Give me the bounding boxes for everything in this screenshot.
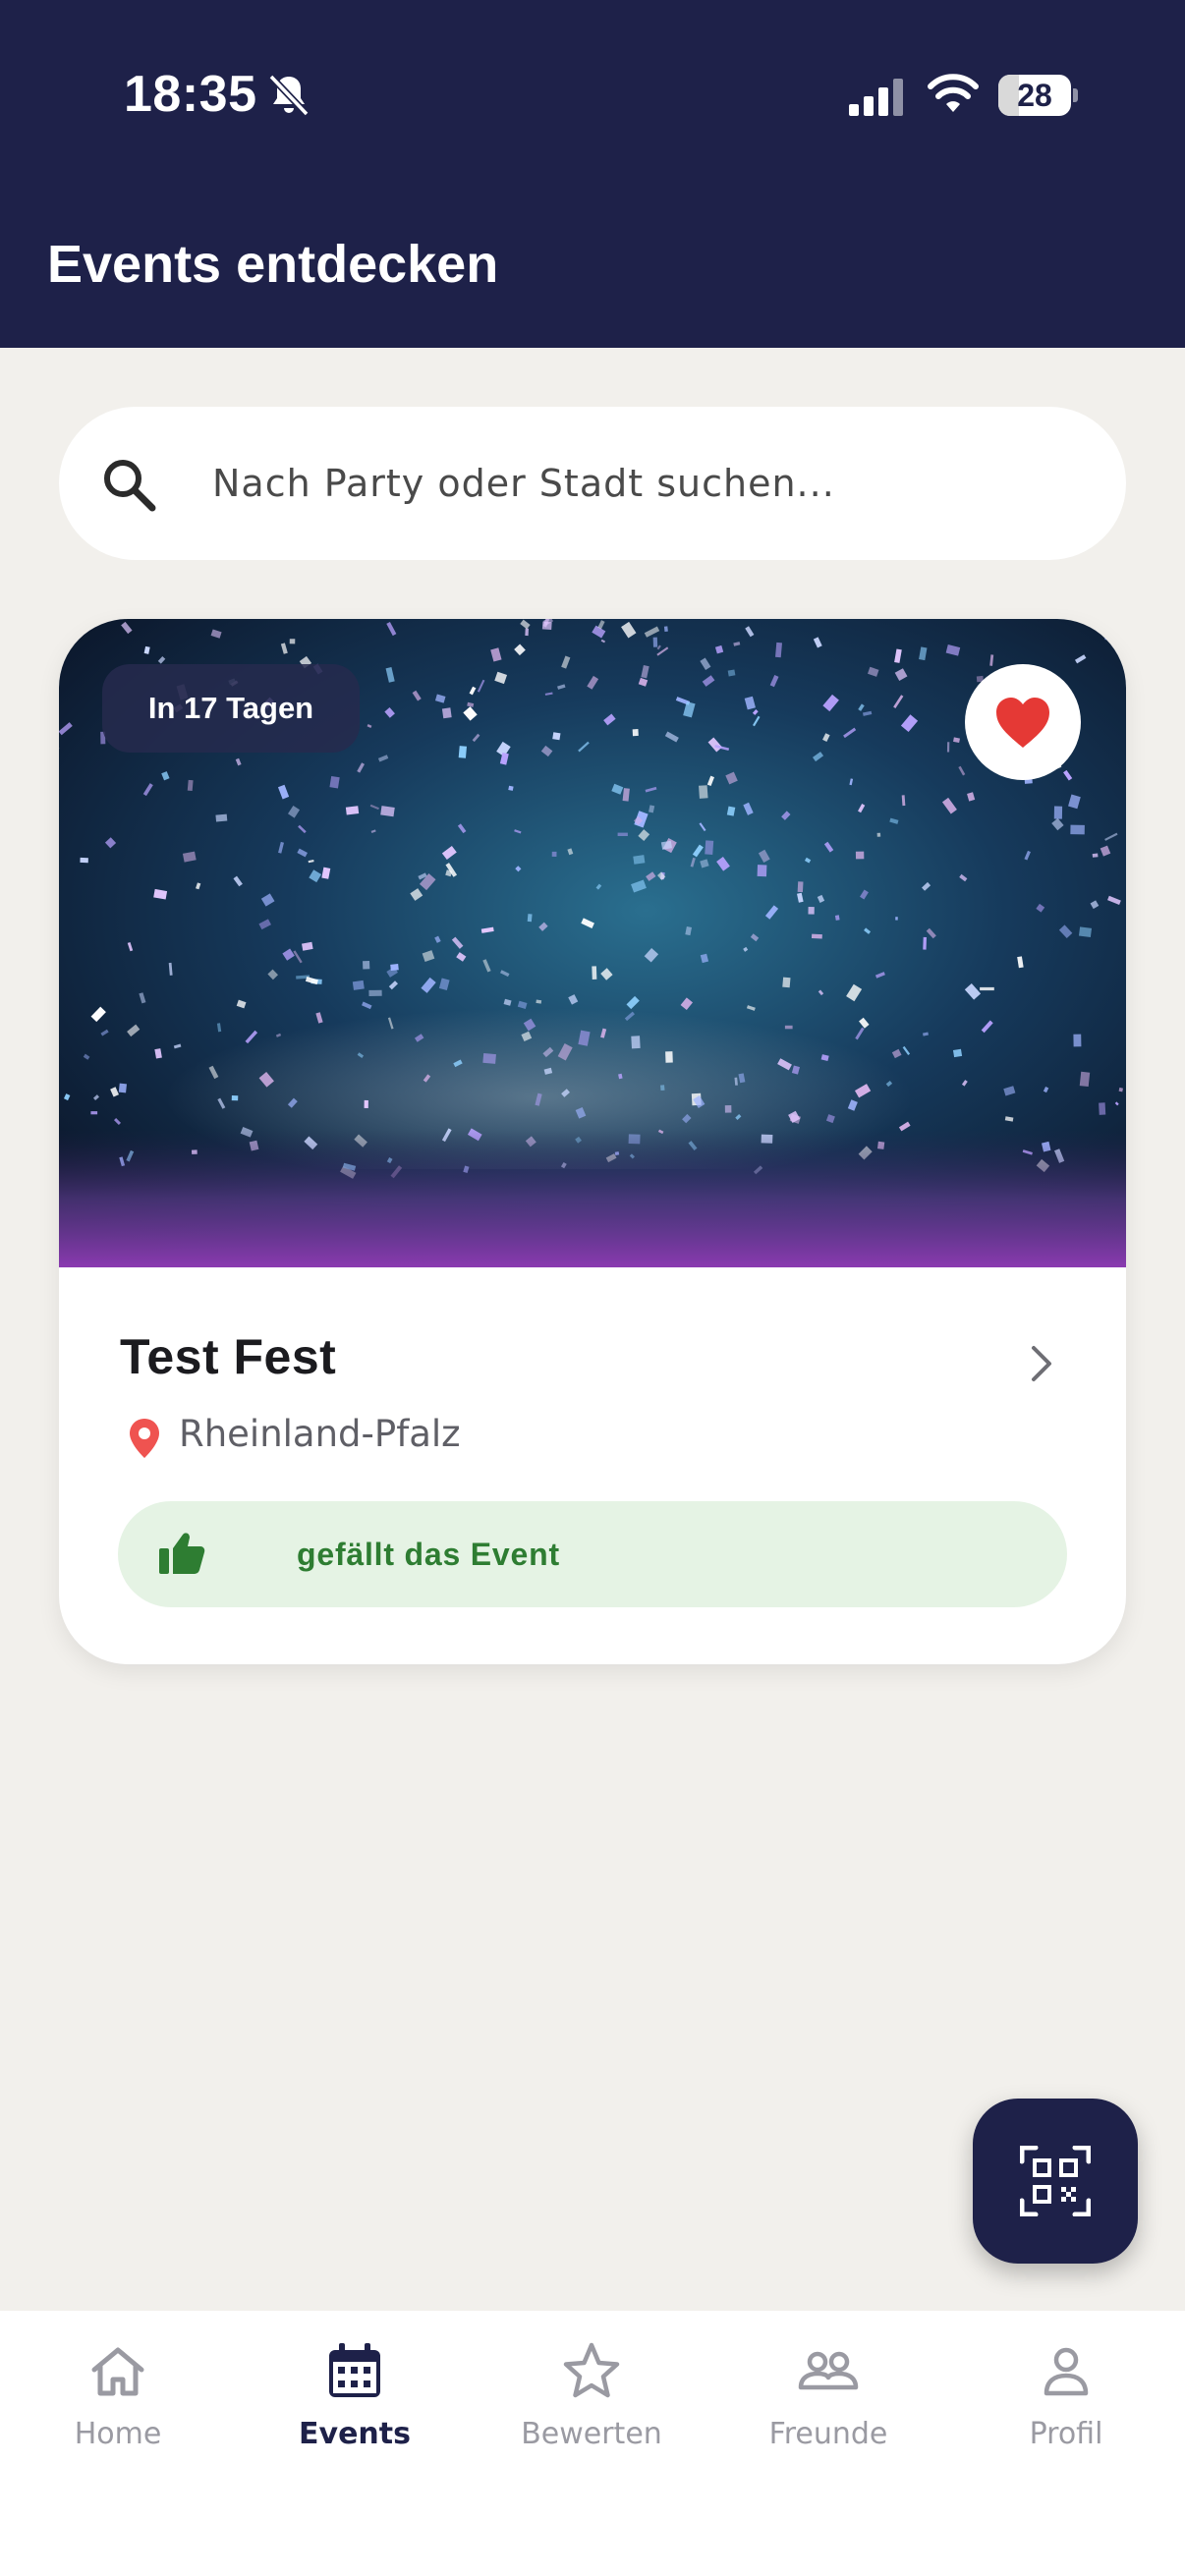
heart-icon bbox=[996, 698, 1049, 748]
confetti-piece bbox=[876, 832, 881, 837]
confetti-piece bbox=[345, 806, 360, 815]
confetti-piece bbox=[352, 980, 365, 990]
confetti-piece bbox=[1079, 1071, 1091, 1088]
confetti-piece bbox=[118, 1083, 127, 1093]
qr-scan-icon bbox=[1020, 2146, 1091, 2216]
page-title: Events entdecken bbox=[47, 235, 499, 294]
confetti-piece bbox=[80, 857, 88, 864]
confetti-piece bbox=[187, 779, 194, 792]
nav-label-freunde: Freunde bbox=[768, 2417, 888, 2451]
qr-scan-button[interactable] bbox=[973, 2099, 1138, 2264]
confetti-piece bbox=[592, 966, 597, 980]
confetti-piece bbox=[727, 669, 736, 677]
battery-icon: 28 bbox=[998, 75, 1071, 116]
like-status-pill[interactable]: gefällt das Event bbox=[118, 1501, 1067, 1607]
confetti-piece bbox=[724, 1105, 732, 1113]
confetti-piece bbox=[797, 881, 804, 893]
search-input[interactable] bbox=[212, 407, 1077, 560]
nav-label-bewerten: Bewerten bbox=[521, 2417, 662, 2451]
confetti-piece bbox=[329, 775, 340, 789]
search-bar[interactable] bbox=[59, 407, 1126, 560]
confetti-piece bbox=[757, 865, 767, 877]
nav-item-events[interactable]: Events bbox=[237, 2340, 473, 2488]
friends-icon bbox=[798, 2351, 859, 2390]
confetti-piece bbox=[631, 1036, 641, 1049]
confetti-piece bbox=[784, 1025, 793, 1030]
like-status-label: gefällt das Event bbox=[297, 1537, 560, 1572]
confetti-piece bbox=[1092, 853, 1099, 858]
confetti-piece bbox=[368, 989, 382, 997]
confetti-piece bbox=[231, 1094, 239, 1101]
location-pin-icon bbox=[130, 1419, 159, 1458]
confetti-piece bbox=[782, 977, 791, 988]
calendar-icon bbox=[329, 2343, 380, 2397]
confetti-piece bbox=[458, 746, 467, 758]
confetti-piece bbox=[1099, 1102, 1106, 1115]
confetti-piece bbox=[665, 1051, 673, 1063]
confetti-piece bbox=[699, 785, 708, 799]
confetti-piece bbox=[980, 986, 994, 991]
profile-icon bbox=[1044, 2347, 1089, 2396]
confetti-piece bbox=[289, 639, 296, 644]
star-icon bbox=[563, 2342, 620, 2398]
confetti-piece bbox=[705, 840, 714, 855]
bottom-navigation: Home Events Bewerten Freunde Profil bbox=[0, 2311, 1185, 2576]
app-header: 18:35 28 Events entdecken bbox=[0, 0, 1185, 348]
confetti-piece bbox=[855, 851, 865, 860]
confetti-piece bbox=[895, 917, 898, 921]
event-location: Rheinland-Pfalz bbox=[179, 1413, 461, 1455]
nav-label-profil: Profil bbox=[1029, 2417, 1103, 2451]
confetti-piece bbox=[632, 729, 639, 737]
nav-label-home: Home bbox=[74, 2417, 162, 2451]
confetti-piece bbox=[364, 1099, 368, 1108]
confetti-piece bbox=[663, 626, 668, 633]
thumbs-up-icon bbox=[159, 1533, 205, 1574]
confetti-piece bbox=[808, 906, 815, 915]
confetti-piece bbox=[1053, 806, 1063, 819]
search-icon bbox=[104, 460, 156, 512]
confetti-piece bbox=[952, 1048, 963, 1058]
confetti-piece bbox=[508, 785, 514, 791]
confetti-piece bbox=[525, 628, 529, 637]
wifi-icon bbox=[928, 74, 979, 112]
battery-cap bbox=[1073, 88, 1078, 102]
confetti-piece bbox=[441, 707, 452, 719]
confetti-piece bbox=[1073, 1034, 1082, 1047]
nav-item-home[interactable]: Home bbox=[0, 2340, 236, 2488]
confetti-piece bbox=[811, 933, 822, 939]
home-icon bbox=[91, 2347, 144, 2396]
confetti-piece bbox=[660, 1085, 665, 1092]
signal-icon bbox=[849, 79, 903, 116]
confetti-piece bbox=[552, 732, 561, 741]
confetti-piece bbox=[380, 806, 395, 817]
confetti-piece bbox=[90, 1111, 98, 1115]
confetti-piece bbox=[1078, 926, 1093, 937]
chevron-right-icon[interactable] bbox=[1026, 1344, 1055, 1383]
status-time: 18:35 bbox=[124, 66, 257, 123]
confetti-piece bbox=[617, 832, 628, 836]
confetti-piece bbox=[527, 914, 533, 923]
days-until-badge: In 17 Tagen bbox=[102, 664, 360, 753]
confetti-piece bbox=[215, 813, 228, 822]
confetti-piece bbox=[652, 637, 658, 647]
bell-slash-icon bbox=[268, 74, 310, 117]
nav-item-freunde[interactable]: Freunde bbox=[710, 2340, 946, 2488]
confetti-piece bbox=[946, 742, 950, 753]
event-card[interactable]: In 17 Tagen Test Fest Rheinland-Pfalz ge… bbox=[59, 619, 1126, 1664]
confetti-piece bbox=[923, 936, 928, 950]
battery-indicator: 28 bbox=[998, 75, 1078, 116]
battery-level: 28 bbox=[1017, 78, 1052, 113]
confetti-piece bbox=[1118, 1087, 1123, 1092]
favorite-button[interactable] bbox=[965, 664, 1081, 780]
confetti-piece bbox=[482, 1053, 496, 1064]
nav-item-profil[interactable]: Profil bbox=[948, 2340, 1184, 2488]
nav-item-bewerten[interactable]: Bewerten bbox=[474, 2340, 709, 2488]
nav-label-events: Events bbox=[299, 2417, 411, 2451]
confetti-piece bbox=[633, 855, 646, 865]
confetti-piece bbox=[363, 961, 370, 970]
confetti-piece bbox=[1070, 824, 1085, 835]
confetti-piece bbox=[551, 851, 557, 857]
event-title[interactable]: Test Fest bbox=[120, 1328, 336, 1385]
